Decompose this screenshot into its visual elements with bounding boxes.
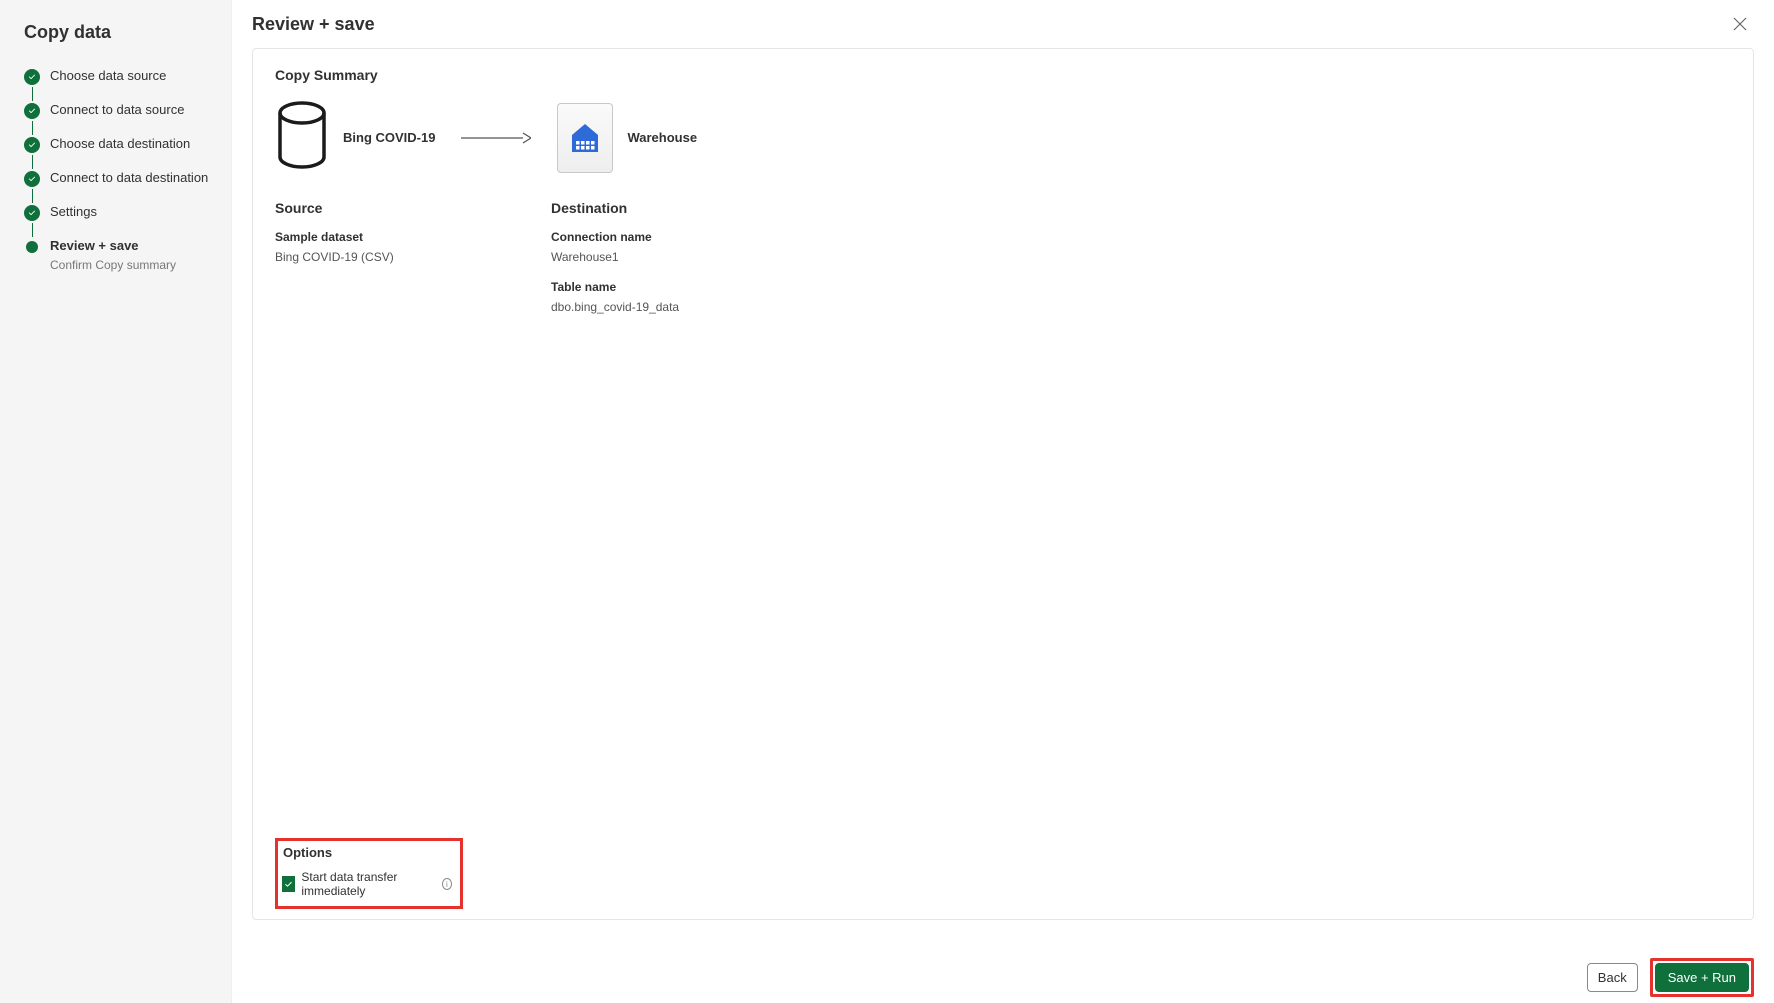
arrow-icon [455, 131, 537, 145]
footer-actions: Back Save + Run [232, 940, 1774, 1003]
connection-name-label: Connection name [551, 230, 827, 244]
check-icon [24, 69, 40, 85]
step-label: Review + save [50, 237, 176, 255]
start-immediately-label: Start data transfer immediately [301, 870, 434, 898]
check-icon [24, 137, 40, 153]
summary-card: Copy Summary Bing COVID-19 [252, 48, 1754, 920]
step-choose-data-destination[interactable]: Choose data destination [24, 127, 211, 161]
step-label: Choose data source [50, 67, 166, 85]
flow-diagram: Bing COVID-19 Warehouse [275, 101, 1731, 174]
destination-node: Warehouse [557, 103, 697, 173]
step-label: Connect to data destination [50, 169, 208, 187]
wizard-sidebar: Copy data Choose data source Connect to … [0, 0, 232, 1003]
table-name-value: dbo.bing_covid-19_data [551, 300, 827, 314]
destination-heading: Destination [551, 200, 827, 216]
step-label: Choose data destination [50, 135, 190, 153]
page-title: Review + save [252, 14, 375, 35]
main-header: Review + save [232, 0, 1774, 48]
sample-dataset-value: Bing COVID-19 (CSV) [275, 250, 551, 264]
main-panel: Review + save Copy Summary Bing COVID-19 [232, 0, 1774, 1003]
check-icon [24, 205, 40, 221]
save-run-button[interactable]: Save + Run [1655, 963, 1749, 992]
summary-title: Copy Summary [275, 67, 1731, 83]
close-icon [1732, 16, 1748, 32]
back-button[interactable]: Back [1587, 963, 1638, 992]
step-sublabel: Confirm Copy summary [50, 257, 176, 273]
table-name-label: Table name [551, 280, 827, 294]
step-review-save[interactable]: Review + save Confirm Copy summary [24, 229, 211, 281]
step-connect-data-destination[interactable]: Connect to data destination [24, 161, 211, 195]
step-settings[interactable]: Settings [24, 195, 211, 229]
warehouse-icon [557, 103, 613, 173]
sidebar-title: Copy data [24, 22, 211, 43]
step-label: Connect to data source [50, 101, 184, 119]
source-name: Bing COVID-19 [343, 130, 435, 145]
step-label: Settings [50, 203, 97, 221]
database-icon [275, 101, 329, 174]
connection-name-value: Warehouse1 [551, 250, 827, 264]
options-heading: Options [282, 845, 452, 860]
info-icon[interactable]: i [442, 878, 452, 890]
destination-name: Warehouse [627, 130, 697, 145]
start-immediately-row: Start data transfer immediately i [282, 870, 452, 898]
sample-dataset-label: Sample dataset [275, 230, 551, 244]
details-row: Source Sample dataset Bing COVID-19 (CSV… [275, 194, 1731, 330]
start-immediately-checkbox[interactable] [282, 876, 295, 892]
destination-details: Destination Connection name Warehouse1 T… [551, 194, 827, 330]
check-icon [24, 171, 40, 187]
checkmark-icon [283, 879, 294, 890]
check-icon [24, 103, 40, 119]
step-choose-data-source[interactable]: Choose data source [24, 59, 211, 93]
source-details: Source Sample dataset Bing COVID-19 (CSV… [275, 194, 551, 330]
save-run-highlight: Save + Run [1650, 958, 1754, 997]
content-area: Copy Summary Bing COVID-19 [232, 48, 1774, 940]
wizard-steps: Choose data source Connect to data sourc… [24, 59, 211, 281]
source-node: Bing COVID-19 [275, 101, 435, 174]
options-section: Options Start data transfer immediately … [275, 838, 463, 909]
source-heading: Source [275, 200, 551, 216]
close-button[interactable] [1726, 10, 1754, 38]
current-step-icon [26, 241, 38, 253]
step-connect-data-source[interactable]: Connect to data source [24, 93, 211, 127]
app-root: Copy data Choose data source Connect to … [0, 0, 1774, 1003]
